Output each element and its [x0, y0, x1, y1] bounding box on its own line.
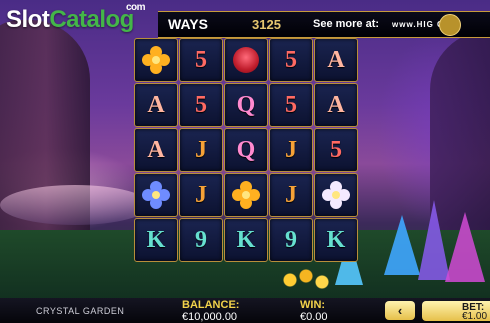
balance-value: €10,000.00: [182, 311, 238, 323]
balance-label: BALANCE:: [182, 299, 240, 311]
symbol-j: J: [285, 181, 297, 208]
symbol-k: K: [236, 226, 256, 253]
hg-logo-icon: [439, 14, 461, 36]
reel-cell: 5: [314, 128, 358, 172]
reel-cell: [134, 173, 178, 217]
blue-flower-icon: [142, 181, 170, 209]
pond: [0, 185, 150, 225]
symbol-a: A: [327, 91, 345, 118]
reel-grid: 55AA5Q5AAJQJ5JJK9K9K: [134, 38, 360, 262]
symbol-j: J: [285, 136, 297, 163]
symbol-5: 5: [330, 136, 342, 163]
symbol-a: A: [327, 46, 345, 73]
watermark-suffix: com: [126, 2, 146, 13]
reel-cell: 5: [269, 83, 313, 127]
reel-cell: 9: [269, 218, 313, 262]
reel-cell: K: [314, 218, 358, 262]
watermark-brand-second: Catalog: [49, 6, 134, 33]
symbol-5: 5: [285, 46, 297, 73]
gold-coins: [280, 268, 340, 290]
symbol-9: 9: [285, 226, 297, 253]
symbol-5: 5: [195, 91, 207, 118]
see-more-label: See more at:: [313, 18, 380, 30]
reel-cell: A: [134, 83, 178, 127]
crystal: [384, 215, 420, 275]
orange-flower-icon: [232, 181, 260, 209]
orange-flower-icon: [142, 46, 170, 74]
reel-cell: A: [314, 83, 358, 127]
reel-cell: [224, 173, 268, 217]
symbol-5: 5: [285, 91, 297, 118]
symbol-q: Q: [236, 136, 256, 163]
win-label: WIN:: [300, 299, 326, 311]
game-name: CRYSTAL GARDEN: [36, 306, 125, 316]
symbol-q: Q: [236, 91, 256, 118]
bet-box[interactable]: BET: €1.00: [422, 301, 490, 322]
reel-cell: A: [134, 128, 178, 172]
symbol-a: A: [147, 136, 165, 163]
symbol-a: A: [147, 91, 165, 118]
top-bar: WAYS 3125 See more at: www.HIG GAM: [158, 11, 490, 38]
reel-cell: J: [269, 173, 313, 217]
symbol-k: K: [146, 226, 166, 253]
crystal: [445, 212, 485, 282]
ways-label: WAYS: [168, 16, 208, 32]
symbol-5: 5: [195, 46, 207, 73]
watermark-logo: SlotCatalog com: [6, 2, 146, 40]
reel-cell: K: [224, 218, 268, 262]
reel-cell: 9: [179, 218, 223, 262]
reel-cell: 5: [179, 38, 223, 82]
reel-cell: K: [134, 218, 178, 262]
reel-cell: J: [269, 128, 313, 172]
white-lily-icon: [322, 181, 350, 209]
reel-cell: [314, 173, 358, 217]
win-value: €0.00: [300, 311, 328, 323]
reel-cell: Q: [224, 128, 268, 172]
chevron-left-icon: ‹: [397, 303, 403, 318]
symbol-k: K: [326, 226, 346, 253]
red-rose-icon: [233, 47, 259, 73]
reel-cell: J: [179, 173, 223, 217]
decrease-bet-button[interactable]: ‹: [385, 301, 415, 320]
reel-cell: A: [314, 38, 358, 82]
reel-cell: J: [179, 128, 223, 172]
watermark-brand-first: Slot: [6, 6, 50, 33]
reel-cell: 5: [179, 83, 223, 127]
bet-value: €1.00: [462, 311, 488, 322]
ways-value: 3125: [252, 17, 281, 32]
symbol-j: J: [195, 136, 207, 163]
reel-cell: 5: [269, 38, 313, 82]
symbol-9: 9: [195, 226, 207, 253]
symbol-j: J: [195, 181, 207, 208]
reel-cell: [134, 38, 178, 82]
bottom-bar: CRYSTAL GARDEN BALANCE: €10,000.00 WIN: …: [0, 298, 490, 323]
reel-cell: Q: [224, 83, 268, 127]
reel-cell: [224, 38, 268, 82]
